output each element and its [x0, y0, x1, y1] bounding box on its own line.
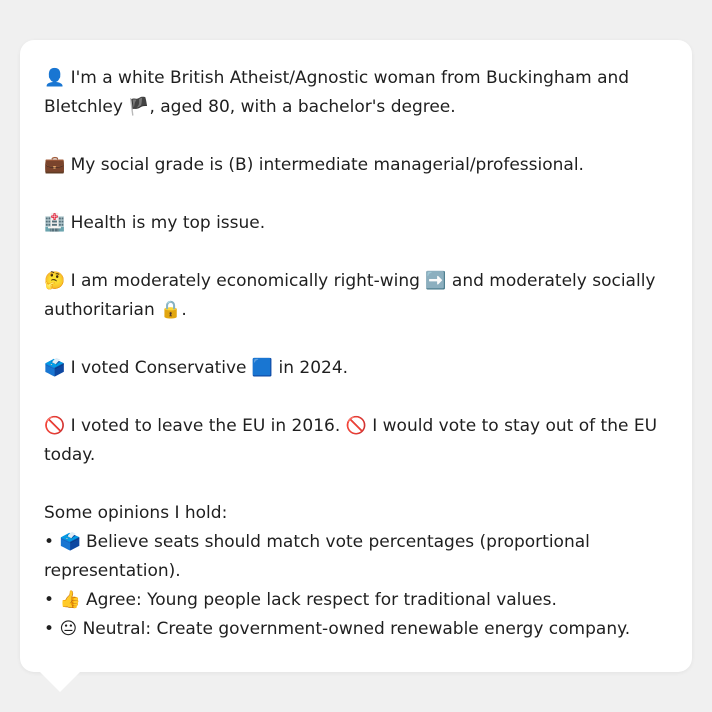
person-icon: 👤: [44, 68, 66, 88]
right-arrow-icon: ➡️: [425, 271, 447, 291]
list-item: • 👍 Agree: Young people lack respect for…: [44, 586, 668, 615]
bullet: •: [44, 619, 55, 639]
persona-card: 👤 I'm a white British Atheist/Agnostic w…: [20, 40, 692, 672]
ballot-box-icon: 🗳️: [44, 358, 66, 378]
prohibited-icon: 🚫: [345, 416, 367, 436]
prohibited-icon: 🚫: [44, 416, 66, 436]
social-grade-line: 💼 My social grade is (B) intermediate ma…: [44, 151, 668, 180]
thinking-face-icon: 🤔: [44, 271, 66, 291]
social-grade-text: My social grade is (B) intermediate mana…: [70, 155, 584, 175]
bullet: •: [44, 590, 55, 610]
opinion-text: Neutral: Create government-owned renewab…: [82, 619, 631, 639]
identity-text-b: , aged 80, with a bachelor's degree.: [149, 97, 456, 117]
bullet: •: [44, 532, 55, 552]
vote-2024-text-a: I voted Conservative: [70, 358, 252, 378]
eu-vote-line: 🚫 I voted to leave the EU in 2016. 🚫 I w…: [44, 412, 668, 470]
top-issue-text: Health is my top issue.: [70, 213, 266, 233]
list-item: • 😐 Neutral: Create government-owned ren…: [44, 615, 668, 644]
thumbs-up-icon: 👍: [59, 590, 81, 610]
vote-2024-line: 🗳️ I voted Conservative 🟦 in 2024.: [44, 354, 668, 383]
opinions-section: Some opinions I hold: • 🗳️ Believe seats…: [44, 499, 668, 644]
england-flag-icon: 🏴: [128, 97, 150, 117]
blue-square-icon: 🟦: [251, 358, 274, 378]
ideology-line: 🤔 I am moderately economically right-win…: [44, 267, 668, 325]
ballot-box-icon: 🗳️: [59, 532, 81, 552]
ideology-text-c: .: [181, 300, 187, 320]
speech-bubble-tail: [40, 672, 80, 692]
top-issue-line: 🏥 Health is my top issue.: [44, 209, 668, 238]
eu-vote-text-a: I voted to leave the EU in 2016.: [70, 416, 346, 436]
vote-2024-text-b: in 2024.: [273, 358, 349, 378]
neutral-face-icon: 😐: [59, 619, 78, 639]
list-item: • 🗳️ Believe seats should match vote per…: [44, 528, 668, 586]
identity-line: 👤 I'm a white British Atheist/Agnostic w…: [44, 64, 668, 122]
opinion-text: Agree: Young people lack respect for tra…: [86, 590, 557, 610]
hospital-icon: 🏥: [44, 213, 66, 233]
lock-icon: 🔒: [160, 300, 182, 320]
ideology-text-a: I am moderately economically right-wing: [70, 271, 426, 291]
briefcase-icon: 💼: [44, 155, 66, 175]
opinion-text: Believe seats should match vote percenta…: [44, 532, 590, 581]
opinions-heading: Some opinions I hold:: [44, 503, 228, 523]
